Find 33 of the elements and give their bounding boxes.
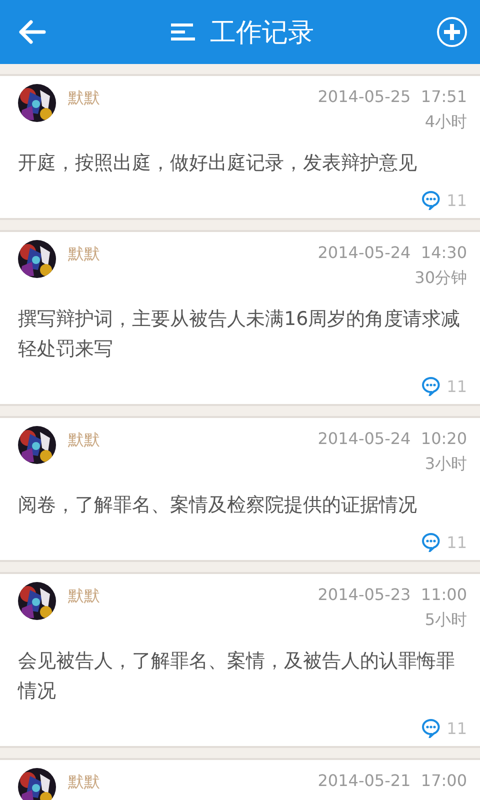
record-card[interactable]: 默默 2014-05-24 10:20 3小时 阅卷，了解罪名、案情及检察院提供的证据情况 11: [0, 416, 480, 562]
author-name: 默默: [68, 88, 100, 109]
comment-count: 11: [446, 532, 467, 552]
author-name: 默默: [68, 244, 100, 265]
comment-icon[interactable]: [420, 190, 441, 210]
record-datetime: 2014-05-24 10:20: [318, 428, 467, 450]
record-content: 阅卷，了解罪名、案情及检察院提供的证据情况: [18, 493, 418, 518]
comment-icon[interactable]: [420, 718, 441, 738]
record-duration: 5小时: [424, 609, 467, 631]
comment-icon[interactable]: [420, 376, 441, 396]
record-duration: 4小时: [424, 111, 467, 133]
record-card[interactable]: 默默 2014-05-25 17:51 4小时 开庭，按照出庭，做好出庭记录，发表辩护意见 11: [0, 74, 480, 220]
comment-count: 11: [446, 718, 467, 738]
add-icon[interactable]: [436, 16, 468, 48]
record-datetime: 2014-05-25 17:51: [318, 86, 467, 108]
page-title: 工作记录: [210, 16, 314, 50]
record-duration: 30分钟: [414, 267, 467, 289]
author-name: 默默: [68, 586, 100, 607]
record-datetime: 2014-05-21 17:00: [318, 770, 467, 792]
record-content: 会见被告人，了解罪名、案情，及被告人的认罪悔罪情况: [18, 649, 456, 704]
record-card[interactable]: 默默 2014-05-23 11:00 5小时 会见被告人，了解罪名、案情，及被告人的认罪悔罪情况 11: [0, 572, 480, 748]
record-duration: 3小时: [424, 453, 467, 475]
record-content: 撰写辩护词，主要从被告人未满16周岁的角度请求减轻处罚来写: [18, 307, 462, 362]
author-name: 默默: [68, 772, 100, 793]
comment-count: 11: [446, 190, 467, 210]
author-name: 默默: [68, 430, 100, 451]
record-datetime: 2014-05-23 11:00: [318, 584, 467, 606]
menu-icon[interactable]: [170, 22, 196, 42]
comment-count: 11: [446, 376, 467, 396]
record-content: 开庭，按照出庭，做好出庭记录，发表辩护意见: [18, 151, 418, 176]
record-datetime: 2014-05-24 14:30: [318, 242, 467, 264]
record-card[interactable]: 默默 2014-05-24 14:30 30分钟 撰写辩护词，主要从被告人未满16周岁的角度请求减轻处罚来写 11: [0, 230, 480, 406]
comment-icon[interactable]: [420, 532, 441, 552]
